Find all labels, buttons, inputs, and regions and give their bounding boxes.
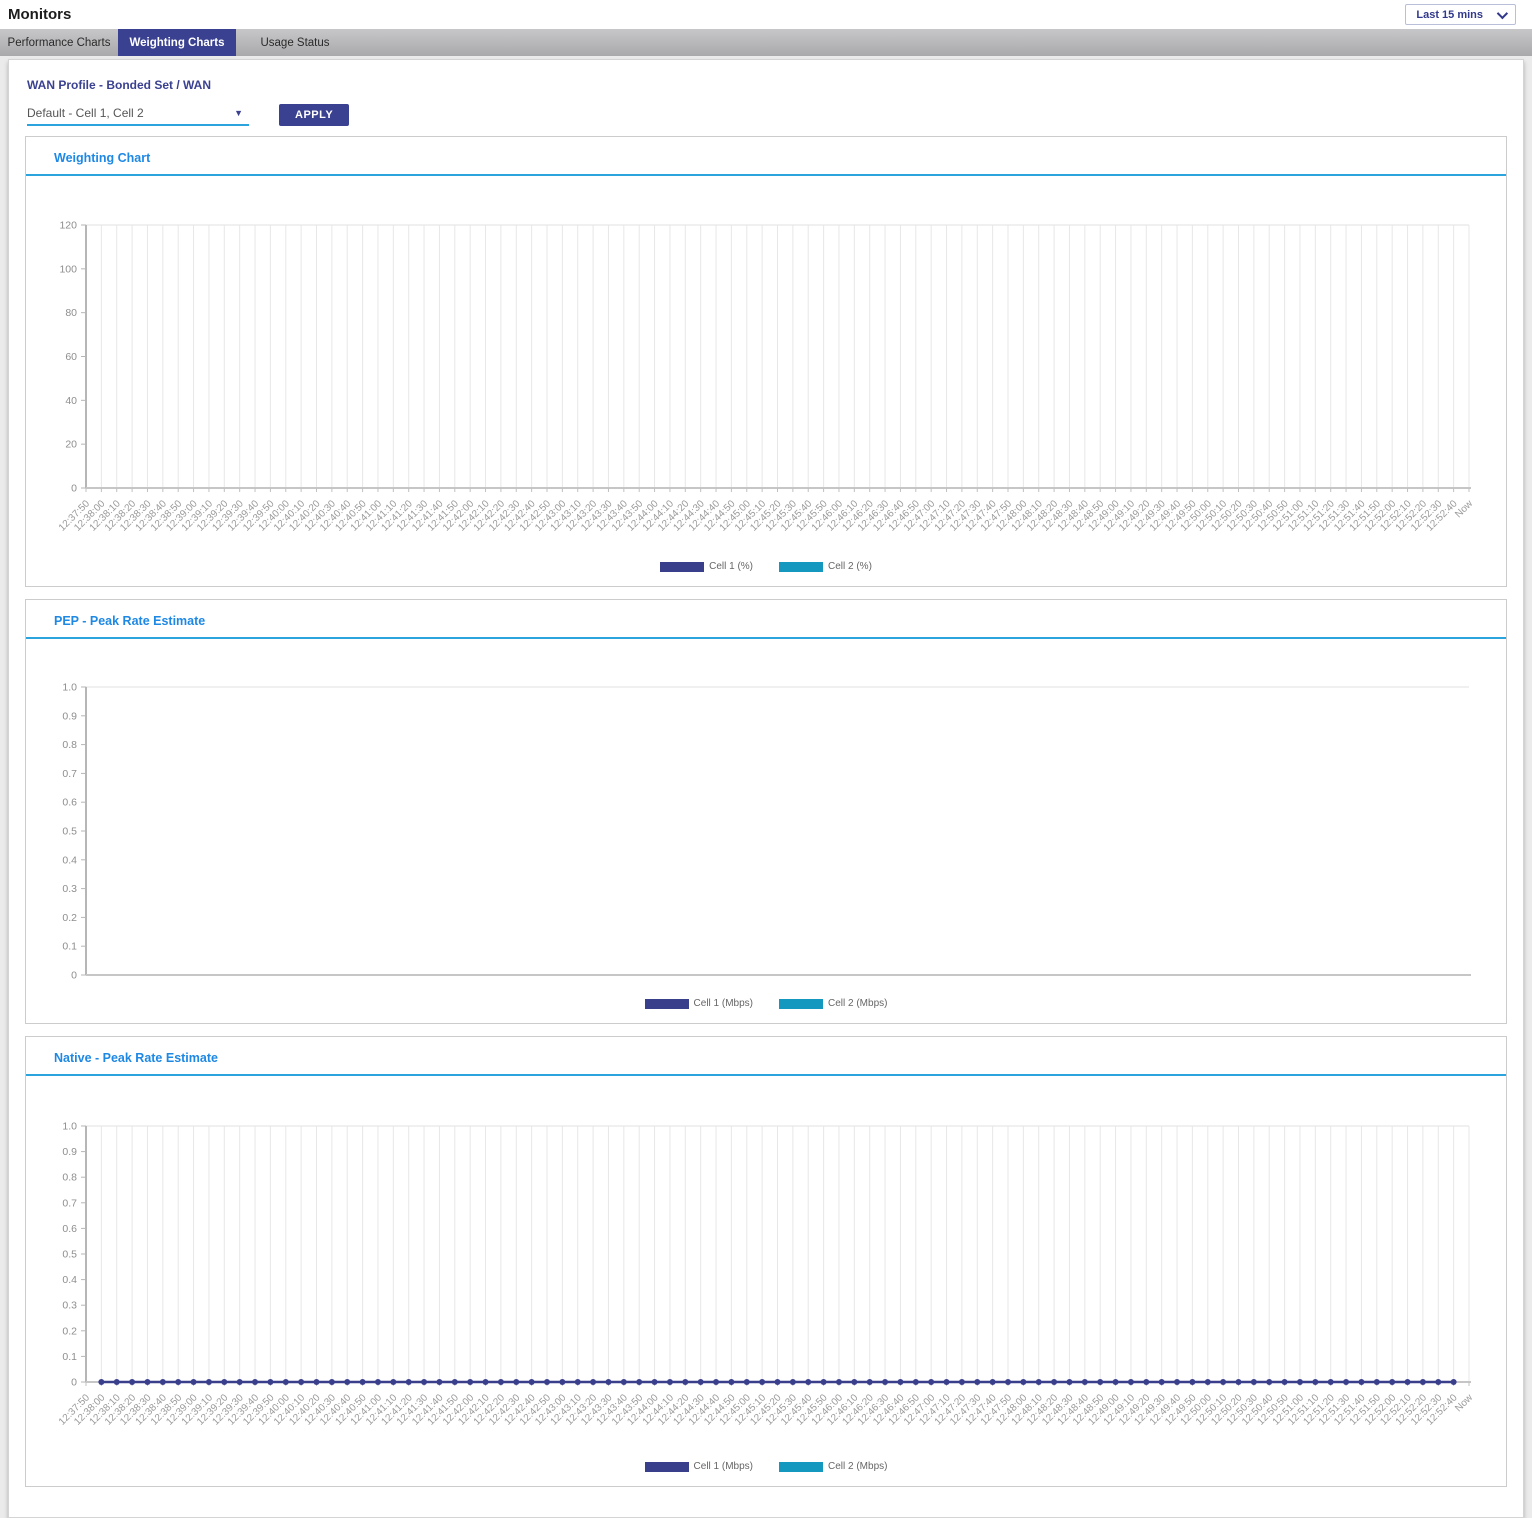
wan-profile-label: WAN Profile - Bonded Set / WAN [27,78,1523,92]
legend-item: Cell 2 (%) [779,561,872,572]
svg-text:0.9: 0.9 [62,1146,77,1158]
svg-text:0: 0 [71,970,77,982]
legend-label: Cell 1 (Mbps) [694,998,753,1009]
svg-text:Now: Now [1453,498,1475,520]
svg-text:0.3: 0.3 [62,883,77,895]
svg-text:120: 120 [59,220,77,232]
time-range-value: Last 15 mins [1416,9,1483,21]
legend-swatch-icon [660,562,704,572]
svg-text:0.3: 0.3 [62,1300,77,1312]
tab-performance-charts[interactable]: Performance Charts [0,29,118,56]
svg-text:0.1: 0.1 [62,1351,77,1363]
app-header: Monitors Last 15 mins [0,0,1532,29]
svg-text:0.8: 0.8 [62,739,77,751]
svg-text:0.8: 0.8 [62,1172,77,1184]
svg-text:40: 40 [65,395,77,407]
legend-item: Cell 2 (Mbps) [779,1461,887,1472]
apply-button[interactable]: APPLY [279,104,349,126]
chevron-down-icon [1497,7,1508,18]
wan-profile-dropdown[interactable]: Default - Cell 1, Cell 2 ▼ [27,104,249,126]
legend-swatch-icon [779,562,823,572]
pep-peak-rate-legend: Cell 1 (Mbps) Cell 2 (Mbps) [26,996,1506,1023]
svg-text:1.0: 1.0 [62,682,77,694]
svg-text:0.5: 0.5 [62,1249,77,1261]
legend-swatch-icon [779,999,823,1009]
svg-text:60: 60 [65,351,77,363]
legend-swatch-icon [645,1462,689,1472]
time-range-dropdown[interactable]: Last 15 mins [1405,4,1516,25]
svg-text:0.7: 0.7 [62,1197,77,1209]
legend-label: Cell 2 (Mbps) [828,1461,887,1472]
tab-usage-status[interactable]: Usage Status [236,29,354,56]
svg-text:20: 20 [65,439,77,451]
legend-label: Cell 2 (%) [828,561,872,572]
legend-item: Cell 1 (Mbps) [645,1461,753,1472]
svg-text:Now: Now [1453,1392,1475,1414]
svg-text:0.4: 0.4 [62,854,77,866]
svg-text:0.2: 0.2 [62,912,77,924]
legend-item: Cell 1 (Mbps) [645,998,753,1009]
legend-swatch-icon [779,1462,823,1472]
weighting-chart-panel: Weighting Chart 12010080604020012:37:501… [25,136,1507,587]
legend-label: Cell 1 (%) [709,561,753,572]
pep-peak-rate-canvas: 1.0 0.9 0.8 0.7 0.6 0.5 0.4 0.3 0.2 0.1 0 [28,663,1508,985]
legend-label: Cell 1 (Mbps) [694,1461,753,1472]
legend-item: Cell 2 (Mbps) [779,998,887,1009]
svg-text:100: 100 [59,263,77,275]
svg-text:0: 0 [71,483,77,495]
wan-profile-section: WAN Profile - Bonded Set / WAN Default -… [9,60,1523,136]
main-content-panel: WAN Profile - Bonded Set / WAN Default -… [8,59,1524,1518]
native-peak-rate-legend: Cell 1 (Mbps) Cell 2 (Mbps) [26,1459,1506,1486]
dropdown-caret-icon: ▼ [234,108,243,118]
native-peak-rate-canvas: 1.00.90.80.70.60.50.40.30.20.1012:37:501… [28,1100,1508,1448]
weighting-chart-canvas: 12010080604020012:37:5012:38:0012:38:101… [28,200,1508,548]
native-peak-rate-panel: Native - Peak Rate Estimate 1.0 0.9 0.8 0.7… [25,1036,1507,1487]
svg-text:0.7: 0.7 [62,768,77,780]
svg-text:80: 80 [65,307,77,319]
legend-item: Cell 1 (%) [660,561,753,572]
weighting-chart-legend: Cell 1 (%) Cell 2 (%) [26,559,1506,586]
svg-text:0.5: 0.5 [62,826,77,838]
svg-text:0.6: 0.6 [62,1223,77,1235]
pep-peak-rate-title: PEP - Peak Rate Estimate [26,600,1506,637]
svg-text:0.2: 0.2 [62,1325,77,1337]
wan-profile-selected-value: Default - Cell 1, Cell 2 [27,106,144,120]
page-title: Monitors [8,6,71,23]
svg-text:1.0: 1.0 [62,1121,77,1133]
legend-label: Cell 2 (Mbps) [828,998,887,1009]
tab-bar: Performance Charts Weighting Charts Usag… [0,29,1532,56]
pep-peak-rate-panel: PEP - Peak Rate Estimate 1.0 0.9 0.8 0.7 0.6… [25,599,1507,1024]
svg-text:0: 0 [71,1377,77,1389]
svg-text:0.4: 0.4 [62,1274,77,1286]
svg-text:0.1: 0.1 [62,941,77,953]
svg-text:0.6: 0.6 [62,797,77,809]
native-peak-rate-title: Native - Peak Rate Estimate [26,1037,1506,1074]
tab-weighting-charts[interactable]: Weighting Charts [118,29,236,56]
legend-swatch-icon [645,999,689,1009]
weighting-chart-title: Weighting Chart [26,137,1506,174]
svg-text:0.9: 0.9 [62,710,77,722]
